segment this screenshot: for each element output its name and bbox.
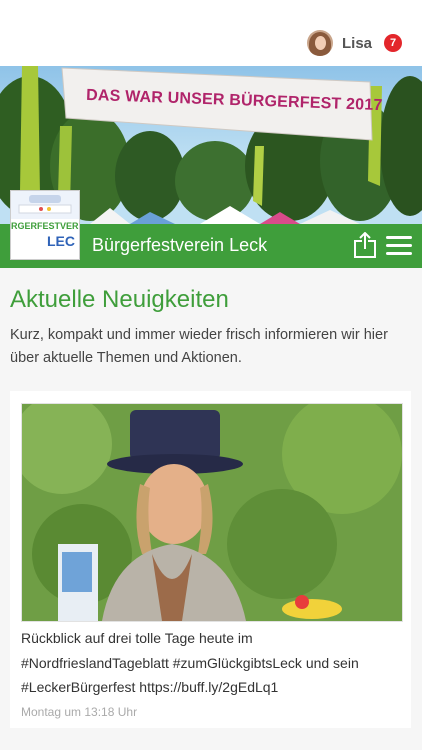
news-photo[interactable] (21, 403, 403, 622)
logo-text-top: RGERFESTVEREI (11, 221, 80, 231)
news-photo-scene (22, 404, 402, 621)
share-icon[interactable] (353, 232, 377, 258)
page-title: Aktuelle Neuigkeiten (10, 286, 229, 313)
main-content: Aktuelle Neuigkeiten Kurz, kompakt und i… (0, 268, 422, 750)
club-name[interactable]: Bürgerfestverein Leck (92, 235, 267, 256)
post-timestamp: Montag um 13:18 Uhr (21, 705, 138, 719)
top-bar: Lisa 7 (0, 0, 422, 66)
intro-text: Kurz, kompakt und immer wieder frisch in… (10, 327, 388, 366)
avatar[interactable] (306, 30, 333, 56)
menu-icon[interactable] (386, 236, 412, 256)
post-text: Rückblick auf drei tolle Tage heute im #… (21, 630, 359, 695)
user-name[interactable]: Lisa (342, 35, 372, 52)
logo-text-bottom: LEC (47, 233, 75, 249)
club-logo[interactable]: RGERFESTVEREI LEC (10, 190, 80, 260)
user-profile[interactable]: Lisa 7 (306, 30, 402, 56)
notification-badge[interactable]: 7 (384, 34, 402, 52)
news-card[interactable]: Rückblick auf drei tolle Tage heute im #… (10, 391, 411, 728)
